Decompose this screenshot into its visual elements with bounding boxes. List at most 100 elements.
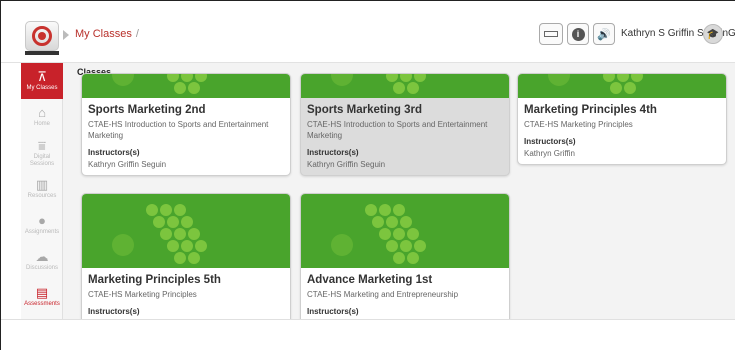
sidebar-item-label: Discussions [25,265,58,272]
class-card[interactable]: Marketing Principles 4th CTAE-HS Marketin… [517,73,727,165]
card-banner-image [301,194,509,268]
logo-bar [25,51,59,55]
banner-dot [400,240,412,252]
banner-dot [414,74,426,82]
card-title: Marketing Principles 5th [88,274,221,286]
breadcrumb-separator: / [135,28,139,40]
card-instructors-label: Instructors(s) [307,306,359,316]
banner-circle [331,234,353,256]
banner-dot [393,204,405,216]
banner-dot [393,252,405,264]
rectangle-tool-button[interactable] [539,23,563,45]
sidebar-item-label: Assignments [24,229,60,236]
class-card[interactable]: Advance Marketing 1st CTAE-HS Marketing a… [300,193,510,319]
info-icon: i [571,27,585,41]
card-title: Sports Marketing 3rd [307,104,423,116]
banner-dot [414,240,426,252]
banner-dot [386,74,398,82]
card-title: Advance Marketing 1st [307,274,433,286]
banner-dot [195,240,207,252]
app-window: My Classes / i 🔊 Kathryn S Griffin Seguin… [0,0,735,350]
banner-dot [181,216,193,228]
assignments-icon: ● [38,213,46,229]
class-card[interactable]: Sports Marketing 3rd CTAE-HS Introduction… [300,73,510,176]
banner-dot [174,228,186,240]
banner-dot [400,74,412,82]
card-body: Sports Marketing 2nd CTAE-HS Introduction… [82,98,290,175]
banner-dot [167,74,179,82]
card-body: Sports Marketing 3rd CTAE-HS Introduction… [301,98,509,175]
clipboard-icon: ▤ [35,285,49,301]
card-instructor: Kathryn Griffin Seguin [88,159,167,169]
card-body: Advance Marketing 1st CTAE-HS Marketing a… [301,268,509,319]
chevron-right-icon[interactable] [63,30,69,40]
speaker-icon: 🔊 [597,28,611,41]
sidebar: ⊼ My Classes ⌂ Home ⩸ Digital Sessions ▥ Resour… [21,63,63,319]
banner-circle [112,234,134,256]
sidebar-item-label: My Classes [26,85,58,92]
class-card[interactable]: Sports Marketing 2nd CTAE-HS Introduction… [81,73,291,176]
card-subtitle: CTAE-HS Introduction to Sports and Enter… [88,120,269,140]
info-button[interactable]: i [567,23,589,45]
card-subtitle: CTAE-HS Marketing Principles [88,290,197,299]
logo-ring-icon [32,26,52,46]
header-more[interactable]: G [728,28,735,39]
sidebar-item-label: Digital Sessions [29,154,55,167]
card-banner-image [82,194,290,268]
banner-dot [386,240,398,252]
header-tools: i 🔊 [539,23,615,45]
banner-dot [146,204,158,216]
card-instructors-label: Instructors(s) [88,147,140,157]
banner-dot [188,252,200,264]
banner-dot [400,216,412,228]
banner-dot [617,74,629,82]
banner-dot [393,82,405,94]
sidebar-item-home[interactable]: ⌂ Home [21,99,63,135]
banner-dot [160,228,172,240]
card-title: Marketing Principles 4th [524,104,657,116]
banner-dot [372,216,384,228]
sidebar-item-my-classes[interactable]: ⊼ My Classes [21,63,63,99]
card-subtitle: CTAE-HS Marketing and Entrepreneurship [307,290,459,299]
home-icon: ⌂ [38,105,46,121]
banner-dot [379,204,391,216]
card-instructors-label: Instructors(s) [88,306,140,316]
banner-dot [167,216,179,228]
speaker-button[interactable]: 🔊 [593,23,615,45]
card-banner-image [518,74,726,98]
banner-dot [181,74,193,82]
banner-dot [174,82,186,94]
sidebar-item-label: Assessments [24,301,60,308]
sidebar-item-discussions[interactable]: ☁ Discussions [21,243,63,279]
card-subtitle: CTAE-HS Introduction to Sports and Enter… [307,120,488,140]
banner-dot [153,216,165,228]
digital-sessions-icon: ⩸ [38,138,46,154]
card-banner-image [82,74,290,98]
banner-dot [407,252,419,264]
banner-dot [610,82,622,94]
banner-dot [365,204,377,216]
sidebar-item-digital-sessions[interactable]: ⩸ Digital Sessions [21,135,63,171]
banner-dot [195,74,207,82]
banner-dot [174,204,186,216]
banner-circle [548,74,570,86]
sidebar-item-resources[interactable]: ▥ Resources [21,171,63,207]
top-header: My Classes / i 🔊 Kathryn S Griffin Seguin… [1,1,735,63]
card-body: Marketing Principles 4th CTAE-HS Marketin… [518,98,726,164]
card-instructor: Kathryn Griffin [524,148,575,158]
main-content: Classes Sports Marketing 2nd CTAE-HS Intr… [63,63,735,319]
breadcrumb-my-classes[interactable]: My Classes [75,28,132,40]
class-card[interactable]: Marketing Principles 5th CTAE-HS Marketin… [81,193,291,319]
rectangle-tool-icon [544,31,558,37]
app-logo[interactable] [25,21,59,55]
graduation-cap-icon[interactable]: 🎓 [703,24,723,44]
banner-dot [407,82,419,94]
banner-dot [167,240,179,252]
banner-dot [407,228,419,240]
banner-dot [188,228,200,240]
sidebar-item-assessments[interactable]: ▤ Assessments [21,279,63,315]
banner-dot [386,216,398,228]
banner-circle [331,74,353,86]
sidebar-item-assignments[interactable]: ● Assignments [21,207,63,243]
class-cards: Sports Marketing 2nd CTAE-HS Introduction… [81,73,735,319]
